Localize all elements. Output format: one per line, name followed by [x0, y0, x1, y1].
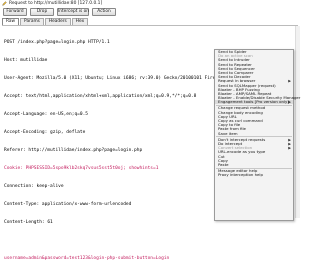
- tab-params[interactable]: Params: [20, 18, 44, 25]
- intercept-toolbar: Forward Drop Intercept is on Action: [3, 8, 116, 16]
- menu-item-label: Engagement tools [Pro version only]: [218, 99, 289, 105]
- header-line: Accept-Language: en-US,en;q=0.5: [4, 112, 88, 117]
- request-title: Request to http://mutillidae:80 [127.0.0…: [9, 0, 103, 6]
- menu-item-label: Paste: [218, 161, 229, 167]
- header-line: Connection: keep-alive: [4, 184, 64, 189]
- menu-item-proxy-interception-help[interactable]: Proxy interception help: [215, 173, 293, 177]
- header-line: Referer: http://mutillidae/index.php?pag…: [4, 148, 143, 153]
- action-button[interactable]: Action: [92, 8, 116, 16]
- request-line: POST /index.php?page=login.php HTTP/1.1: [4, 40, 110, 45]
- pencil-icon: [2, 0, 7, 6]
- tab-raw[interactable]: Raw: [2, 18, 20, 25]
- menu-item-paste[interactable]: Paste: [215, 161, 293, 167]
- editor-scrollbar[interactable]: [295, 26, 300, 218]
- header-line: Accept: text/html,application/xhtml+xml,…: [4, 94, 197, 99]
- request-header: Request to http://mutillidae:80 [127.0.0…: [0, 0, 302, 6]
- header-line: Host: mutillidae: [4, 58, 48, 63]
- menu-item-save-item[interactable]: Save item: [215, 130, 293, 136]
- body-line: username=admin&password=test123&login-ph…: [4, 256, 170, 261]
- header-line: Content-Length: 61: [4, 220, 53, 225]
- menu-item-label: Save item: [218, 130, 238, 136]
- menu-item-engagement-tools[interactable]: Engagement tools [Pro version only] ▶: [215, 99, 293, 105]
- drop-button[interactable]: Drop: [30, 8, 54, 16]
- context-menu: Send to Spider Do an active scan Send to…: [214, 49, 300, 221]
- header-line: User-Agent: Mozilla/5.0 (X11; Ubuntu; Li…: [4, 76, 237, 81]
- request-body: POST /index.php?page=login.php HTTP/1.1 …: [4, 28, 237, 274]
- cookie-line: Cookie: PHPSESSID=5spo9klb2skq7vsus5sst5…: [4, 166, 159, 171]
- tab-hex[interactable]: Hex: [71, 18, 89, 25]
- forward-button[interactable]: Forward: [3, 8, 27, 16]
- intercept-toggle-button[interactable]: Intercept is on: [57, 8, 89, 16]
- menu-item-label: Proxy interception help: [218, 172, 263, 178]
- header-line: Accept-Encoding: gzip, deflate: [4, 130, 86, 135]
- tab-headers[interactable]: Headers: [44, 18, 71, 25]
- header-line: Content-Type: application/x-www-form-url…: [4, 202, 132, 207]
- editor-tabs: Raw Params Headers Hex: [2, 18, 89, 25]
- submenu-arrow-icon: ▶: [288, 100, 291, 105]
